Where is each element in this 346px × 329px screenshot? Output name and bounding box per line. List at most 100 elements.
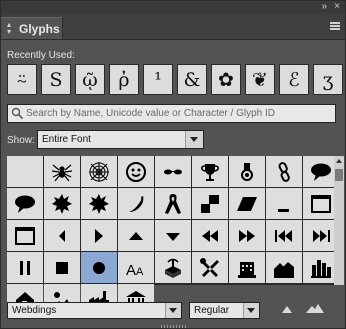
glyph-cell[interactable] (81, 252, 117, 283)
recent-glyph-cell[interactable]: & (177, 64, 207, 95)
bottom-bar: Webdings Regular (1, 294, 345, 328)
spider-web-icon (89, 161, 109, 182)
glyph-search-field[interactable] (7, 104, 336, 123)
glyph-cell[interactable] (192, 220, 228, 251)
speech-bubble-icon (311, 163, 331, 181)
stacked-squares-icon (201, 194, 219, 213)
chain-link-icon (278, 161, 290, 182)
face-icon (126, 161, 146, 182)
explosion-icon (89, 193, 109, 214)
close-icon[interactable]: × (334, 1, 340, 13)
grid-scrollbar[interactable] (334, 156, 344, 285)
glyph-cell[interactable] (44, 220, 80, 251)
glyph-cell[interactable] (155, 220, 191, 251)
recent-glyph-cell[interactable]: ❦ (245, 64, 275, 95)
scroll-thumb[interactable] (335, 169, 343, 181)
font-style-value: Regular (194, 305, 230, 316)
glyph-cell[interactable] (44, 156, 80, 187)
svg-text:A: A (136, 266, 144, 278)
recently-used-label: Recently Used: (7, 50, 75, 61)
recent-glyph-cell[interactable]: ℰ (279, 64, 309, 95)
sunglasses-icon (164, 169, 182, 174)
small-mountain-icon[interactable] (282, 305, 292, 313)
glyph-cell[interactable] (7, 188, 43, 219)
window-icon (15, 226, 35, 245)
chevron-down-icon[interactable] (185, 131, 203, 148)
hamburger-menu-icon[interactable] (330, 22, 340, 30)
chevron-down-icon[interactable] (243, 303, 259, 318)
glyph-cell[interactable] (44, 188, 80, 219)
glyph-cell[interactable] (7, 156, 43, 187)
glyph-cell[interactable] (155, 188, 191, 219)
speech-bubble-icon (15, 195, 35, 213)
window-icon (311, 194, 331, 213)
glyph-grid-area: AA (7, 156, 344, 315)
glyph-cell[interactable] (266, 220, 302, 251)
chili-pepper-icon (129, 195, 144, 212)
expand-collapse-arrows-icon[interactable]: ▴ ▾ (7, 21, 11, 36)
glyph-cell[interactable] (7, 220, 43, 251)
recent-glyph-cell[interactable]: ✿ (211, 64, 241, 95)
glyph-cell[interactable] (155, 252, 191, 283)
triangle-down-icon (166, 232, 180, 241)
recently-used-glyphs: ⍨ Sῷ ῤ ¹ & ✿ ❦ ℰʒ (7, 64, 343, 95)
recent-glyph-cell[interactable]: ῷ (75, 64, 105, 95)
glyph-cell[interactable] (266, 188, 302, 219)
glyph-cell[interactable] (81, 156, 117, 187)
glyph-cell[interactable] (44, 252, 80, 283)
tab-title: Glyphs (19, 22, 60, 36)
glyph-cell[interactable] (192, 252, 228, 283)
show-dropdown[interactable]: Entire Font (37, 130, 204, 149)
double-chevron-right-icon[interactable]: » (321, 1, 327, 13)
svg-text:A: A (126, 262, 136, 279)
glyph-cell[interactable] (7, 252, 43, 283)
glyph-cell[interactable] (155, 156, 191, 187)
tab-glyphs[interactable]: ▴ ▾ Glyphs (1, 17, 63, 39)
skip-forward-icon (313, 229, 330, 242)
triangle-up-icon (129, 231, 143, 240)
search-input[interactable] (26, 106, 326, 121)
recent-glyph-cell[interactable]: ⍨ (7, 64, 37, 95)
record-icon (93, 261, 105, 274)
glyph-cell[interactable] (229, 156, 265, 187)
island-icon (165, 258, 181, 278)
large-mountain-icon[interactable] (306, 303, 324, 313)
resize-grip[interactable] (1, 325, 345, 328)
glyph-cell[interactable] (118, 156, 154, 187)
pause-icon (20, 260, 30, 275)
glyph-cell[interactable] (266, 156, 302, 187)
recent-glyph-cell[interactable]: ¹ (143, 64, 173, 95)
glyph-cell[interactable] (192, 188, 228, 219)
building-icon (238, 261, 256, 278)
city-icon (311, 259, 331, 278)
glyph-cell[interactable] (118, 220, 154, 251)
recent-glyph-cell[interactable]: ʒ (313, 64, 343, 95)
houses-icon (274, 261, 294, 278)
tab-bar: ▴ ▾ Glyphs (1, 13, 345, 40)
glyph-cell[interactable]: AA (118, 252, 154, 283)
font-style-dropdown[interactable]: Regular (189, 302, 260, 319)
scroll-up-icon[interactable] (336, 159, 342, 163)
text-size-icon: AA (126, 262, 144, 279)
recent-glyph-cell[interactable]: ῤ (109, 64, 139, 95)
font-family-dropdown[interactable]: Webdings (7, 302, 182, 319)
chevron-down-icon[interactable] (165, 303, 181, 318)
glyph-cell[interactable] (192, 156, 228, 187)
blank-icon (14, 161, 36, 183)
show-label: Show: (7, 135, 35, 146)
underscore-icon (278, 208, 289, 212)
ribbon-icon (165, 193, 181, 214)
recent-glyph-cell[interactable]: S (41, 64, 71, 95)
glyph-cell[interactable] (229, 220, 265, 251)
glyph-cell[interactable] (81, 188, 117, 219)
glyphs-panel: » × ▴ ▾ Glyphs Recently Used: ⍨ Sῷ ῤ ¹ & ✿ ❦ ℰʒ … (0, 0, 346, 329)
trophy-icon (201, 163, 219, 181)
glyph-cell[interactable] (229, 252, 265, 283)
glyph-cell[interactable] (229, 188, 265, 219)
glyph-cell[interactable] (266, 252, 302, 283)
glyph-cell[interactable] (118, 188, 154, 219)
tools-icon (200, 257, 219, 277)
stop-icon (56, 261, 68, 274)
parallelogram-icon (237, 196, 257, 211)
glyph-cell[interactable] (81, 220, 117, 251)
